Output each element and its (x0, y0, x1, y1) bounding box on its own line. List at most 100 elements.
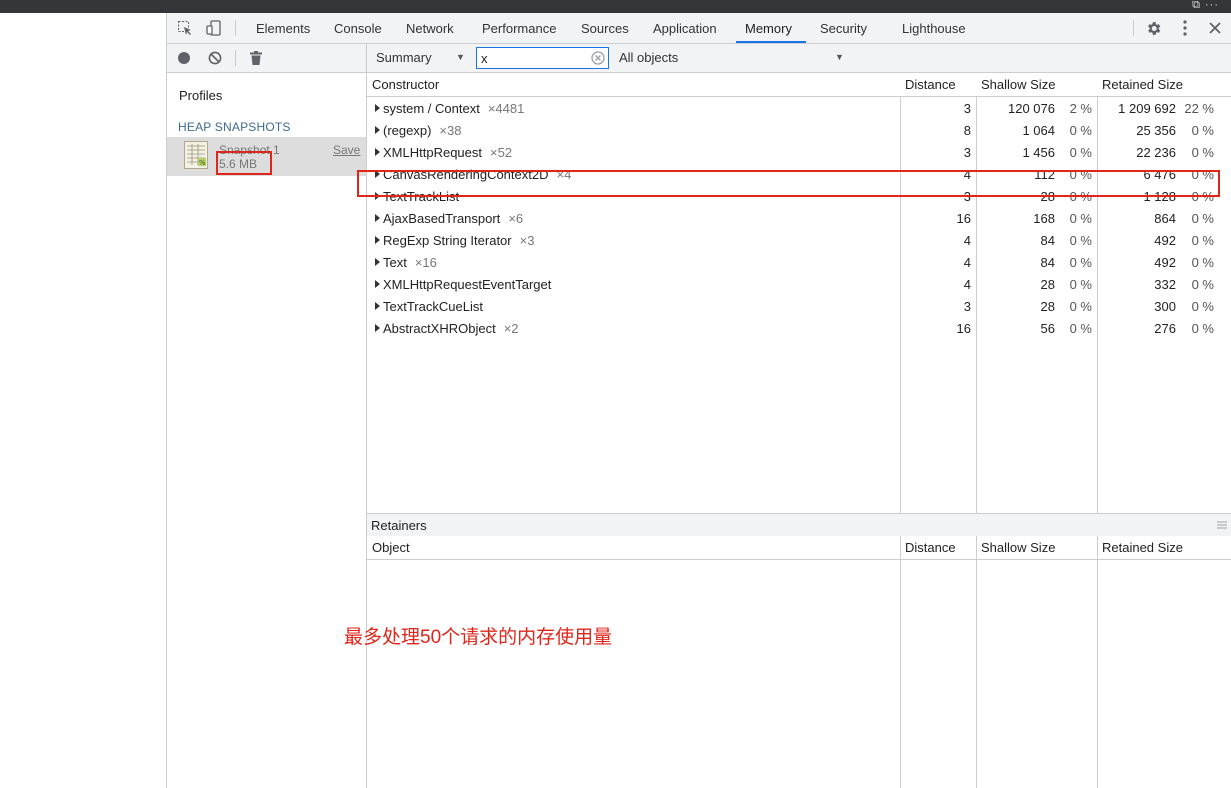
snapshot-save-link[interactable]: Save (333, 143, 360, 157)
constructor-label: TextTrackCueList (383, 299, 483, 314)
retained-size-value: 1 209 692 (1118, 101, 1176, 116)
tab-memory[interactable]: Memory (736, 13, 806, 43)
snapshot-item[interactable]: % Snapshot 1 5.6 MB Save (167, 137, 366, 176)
shallow-size-value: 28 (1040, 299, 1055, 314)
constructor-name: RegExp String Iterator ×3 (383, 233, 534, 248)
retainers-bar[interactable]: Retainers (367, 513, 1231, 537)
tab-sources[interactable]: Sources (581, 13, 629, 43)
table-row[interactable]: RegExp String Iterator ×3 4 84 0 % 492 0 % (367, 229, 1231, 251)
constructor-label: (regexp) (383, 123, 432, 138)
retained-size-value: 25 356 (1136, 123, 1176, 138)
retained-size-percent: 0 % (1191, 233, 1214, 248)
column-header-retained-size[interactable]: Retained Size (1102, 540, 1183, 555)
instance-count: ×6 (508, 211, 524, 226)
toolbar-divider (235, 50, 236, 66)
expand-triangle-icon[interactable] (375, 214, 380, 222)
table-row[interactable]: system / Context ×4481 3 120 076 2 % 1 209 69… (367, 97, 1231, 119)
class-filter-box[interactable] (476, 47, 609, 69)
constructor-name: XMLHttpRequest ×52 (383, 145, 512, 160)
expand-triangle-icon[interactable] (375, 126, 380, 134)
table-row[interactable]: XMLHttpRequest ×52 3 1 456 0 % 22 236 0 % (367, 141, 1231, 163)
retained-size-percent: 0 % (1191, 255, 1214, 270)
table-row[interactable]: AbstractXHRObject ×2 16 56 0 % 276 0 % (367, 317, 1231, 339)
retained-size-percent: 22 % (1184, 101, 1214, 116)
retained-size-value: 300 (1154, 299, 1176, 314)
objects-filter-select[interactable]: All objects (619, 50, 678, 65)
column-header-distance[interactable]: Distance (905, 540, 956, 555)
tab-network[interactable]: Network (406, 13, 454, 43)
column-header-constructor[interactable]: Constructor (372, 77, 439, 92)
tab-security[interactable]: Security (820, 13, 867, 43)
close-icon[interactable] (1206, 19, 1224, 37)
shallow-size-percent: 0 % (1069, 255, 1092, 270)
resize-grip-icon[interactable] (1217, 518, 1227, 529)
retained-size-value: 22 236 (1136, 145, 1176, 160)
snapshot-icon: % (184, 141, 208, 169)
tab-application[interactable]: Application (653, 13, 717, 43)
browser-top-bar: ⧉ ··· (0, 0, 1231, 13)
shallow-size-percent: 0 % (1069, 321, 1092, 336)
chevron-down-icon[interactable]: ▼ (456, 52, 465, 62)
gear-icon[interactable] (1144, 19, 1162, 37)
profiles-heading: Profiles (179, 88, 223, 103)
clear-all-icon[interactable] (206, 49, 224, 67)
perspective-select[interactable]: Summary (376, 50, 432, 65)
shallow-size-value: 120 076 (1008, 101, 1055, 116)
table-header: Constructor Distance Shallow Size Retain… (367, 73, 1231, 97)
retained-size-percent: 0 % (1191, 321, 1214, 336)
tab-elements[interactable]: Elements (256, 13, 310, 43)
retained-size-percent: 0 % (1191, 145, 1214, 160)
distance-value: 4 (963, 233, 971, 248)
column-header-distance[interactable]: Distance (905, 77, 956, 92)
tab-console[interactable]: Console (334, 13, 382, 43)
expand-triangle-icon[interactable] (375, 324, 380, 332)
instance-count: ×38 (439, 123, 462, 138)
table-row[interactable]: Text ×16 4 84 0 % 492 0 % (367, 251, 1231, 273)
shallow-size-percent: 0 % (1069, 277, 1092, 292)
table-row[interactable]: (regexp) ×38 8 1 064 0 % 25 356 0 % (367, 119, 1231, 141)
shallow-size-percent: 0 % (1069, 299, 1092, 314)
inspect-element-icon[interactable] (176, 19, 194, 37)
distance-value: 3 (963, 299, 971, 314)
shallow-size-percent: 2 % (1069, 101, 1092, 116)
instance-count: ×2 (503, 321, 519, 336)
shallow-size-percent: 0 % (1069, 211, 1092, 226)
class-filter-input[interactable] (481, 50, 587, 66)
kebab-menu-icon[interactable] (1176, 19, 1194, 37)
constructor-label: AjaxBasedTransport (383, 211, 501, 226)
column-header-shallow-size[interactable]: Shallow Size (981, 77, 1055, 92)
clear-filter-icon[interactable] (591, 51, 605, 65)
column-header-object[interactable]: Object (372, 540, 410, 555)
distance-value: 16 (956, 211, 971, 226)
table-row[interactable]: TextTrackCueList 3 28 0 % 300 0 % (367, 295, 1231, 317)
shallow-size-value: 1 456 (1022, 145, 1055, 160)
snapshot-toolbar: Summary ▼ All objects ▼ (367, 44, 1231, 73)
shallow-size-value: 84 (1040, 255, 1055, 270)
retained-size-percent: 0 % (1191, 277, 1214, 292)
highlight-box-snapshot-size (216, 151, 272, 175)
table-row[interactable]: AjaxBasedTransport ×6 16 168 0 % 864 0 % (367, 207, 1231, 229)
expand-triangle-icon[interactable] (375, 258, 380, 266)
column-divider (976, 536, 977, 788)
expand-triangle-icon[interactable] (375, 148, 380, 156)
profiles-toolbar (167, 44, 366, 73)
expand-triangle-icon[interactable] (375, 236, 380, 244)
record-icon[interactable] (175, 49, 193, 67)
column-header-retained-size[interactable]: Retained Size (1102, 77, 1183, 92)
retained-size-value: 492 (1154, 233, 1176, 248)
shallow-size-value: 84 (1040, 233, 1055, 248)
device-toolbar-icon[interactable] (205, 19, 223, 37)
expand-triangle-icon[interactable] (375, 280, 380, 288)
trash-icon[interactable] (247, 49, 265, 67)
column-header-shallow-size[interactable]: Shallow Size (981, 540, 1055, 555)
devtools-tab-bar: Elements Console Network Performance Sou… (167, 13, 1231, 44)
table-row[interactable]: XMLHttpRequestEventTarget 4 28 0 % 332 0 % (367, 273, 1231, 295)
expand-triangle-icon[interactable] (375, 104, 380, 112)
tab-performance[interactable]: Performance (482, 13, 556, 43)
chevron-down-icon[interactable]: ▼ (835, 52, 844, 62)
expand-triangle-icon[interactable] (375, 302, 380, 310)
constructor-label: XMLHttpRequest (383, 145, 482, 160)
profiles-sidebar: Profiles HEAP SNAPSHOTS % Snapshot 1 5.6… (167, 44, 367, 788)
devtools-panel: Elements Console Network Performance Sou… (167, 13, 1231, 788)
tab-lighthouse[interactable]: Lighthouse (902, 13, 966, 43)
